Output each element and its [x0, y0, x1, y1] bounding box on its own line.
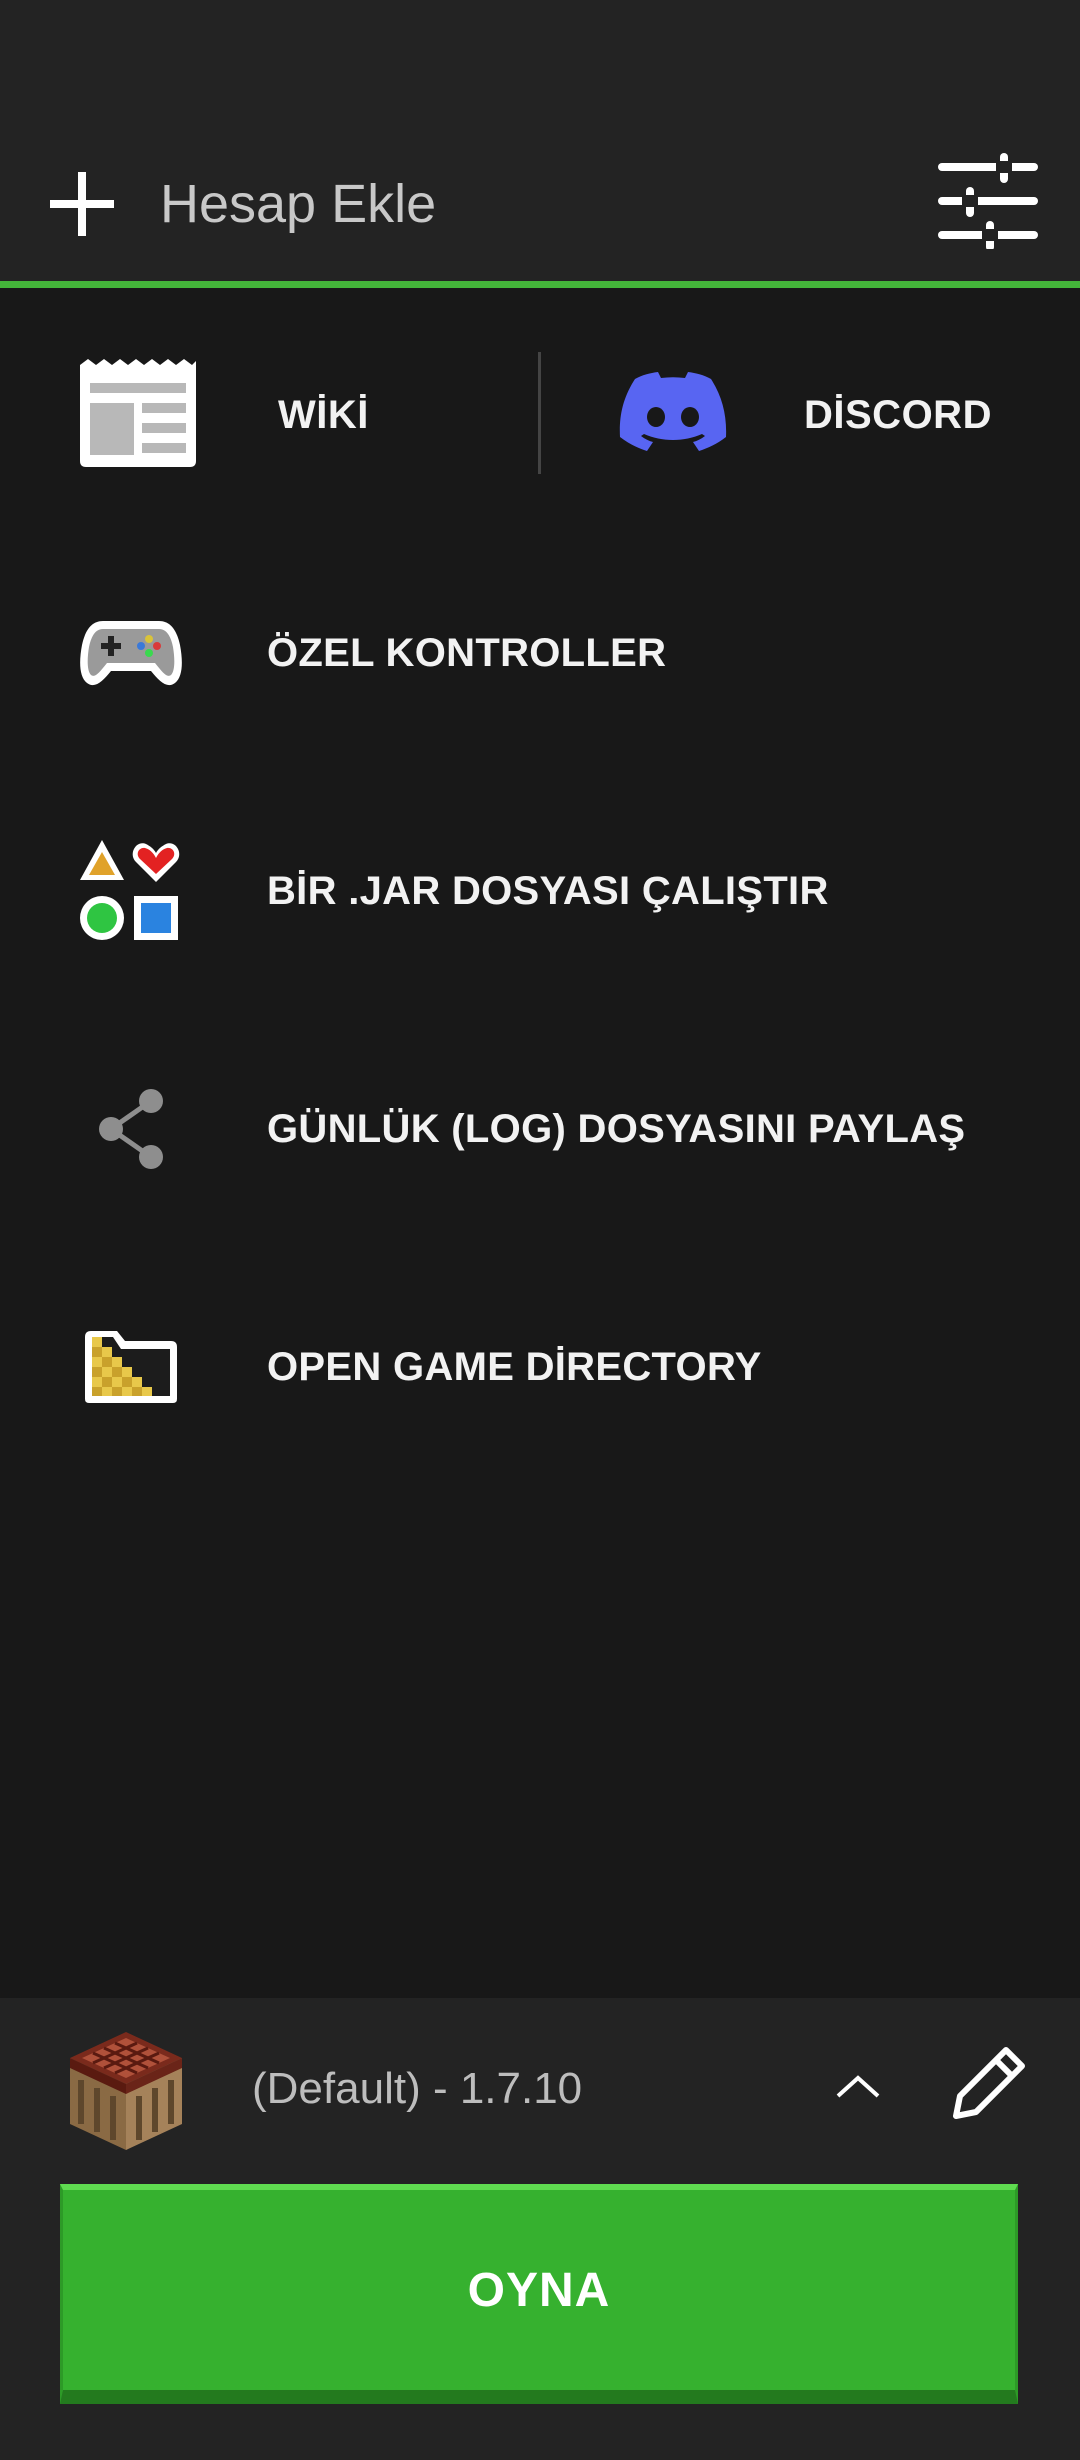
- play-label: OYNA: [467, 2263, 611, 2317]
- share-icon: [76, 1074, 186, 1184]
- quick-links-row: WİKİ DİSCORD: [0, 340, 1080, 490]
- menu-label: BİR .JAR DOSYASI ÇALIŞTIR: [267, 868, 829, 913]
- play-button[interactable]: OYNA: [60, 2184, 1018, 2404]
- discord-button[interactable]: DİSCORD: [618, 340, 1038, 490]
- gamepad-icon: [76, 598, 186, 708]
- add-account-label: Hesap Ekle: [160, 174, 437, 234]
- wiki-button[interactable]: WİKİ: [76, 340, 516, 490]
- menu-item-custom-controls[interactable]: ÖZEL KONTROLLER: [0, 578, 1080, 728]
- chevron-up-icon: [834, 2072, 882, 2105]
- newspaper-icon: [76, 357, 200, 474]
- discord-icon: [618, 371, 728, 460]
- header-accent-line: [0, 281, 1080, 288]
- folder-icon: [76, 1312, 186, 1422]
- discord-label: DİSCORD: [804, 392, 992, 437]
- profile-selector[interactable]: (Default) - 1.7.10: [0, 2028, 1080, 2158]
- sliders-icon: [938, 152, 1038, 254]
- add-account-button[interactable]: Hesap Ekle: [40, 150, 600, 258]
- bottom-panel: (Default) - 1.7.10 OYNA: [0, 1998, 1080, 2460]
- menu-label: OPEN GAME DİRECTORY: [267, 1344, 762, 1389]
- crafting-table-icon: [66, 2028, 186, 2154]
- profile-label: (Default) - 1.7.10: [252, 2064, 583, 2113]
- divider: [538, 352, 541, 474]
- menu-item-run-jar[interactable]: BİR .JAR DOSYASI ÇALIŞTIR: [0, 816, 1080, 966]
- top-bar: Hesap Ekle: [0, 0, 1080, 288]
- expand-profiles-button[interactable]: [822, 2052, 894, 2124]
- edit-profile-button[interactable]: [942, 2038, 1036, 2132]
- menu-item-open-game-directory[interactable]: OPEN GAME DİRECTORY: [0, 1292, 1080, 1442]
- menu-item-share-log[interactable]: GÜNLÜK (LOG) DOSYASINI PAYLAŞ: [0, 1054, 1080, 1204]
- shapes-icon: [76, 836, 186, 946]
- settings-button[interactable]: [928, 148, 1048, 258]
- plus-icon: [40, 162, 124, 246]
- wiki-label: WİKİ: [278, 392, 369, 437]
- menu-label: ÖZEL KONTROLLER: [267, 630, 667, 675]
- pencil-icon: [950, 2044, 1028, 2127]
- menu-label: GÜNLÜK (LOG) DOSYASINI PAYLAŞ: [267, 1106, 966, 1151]
